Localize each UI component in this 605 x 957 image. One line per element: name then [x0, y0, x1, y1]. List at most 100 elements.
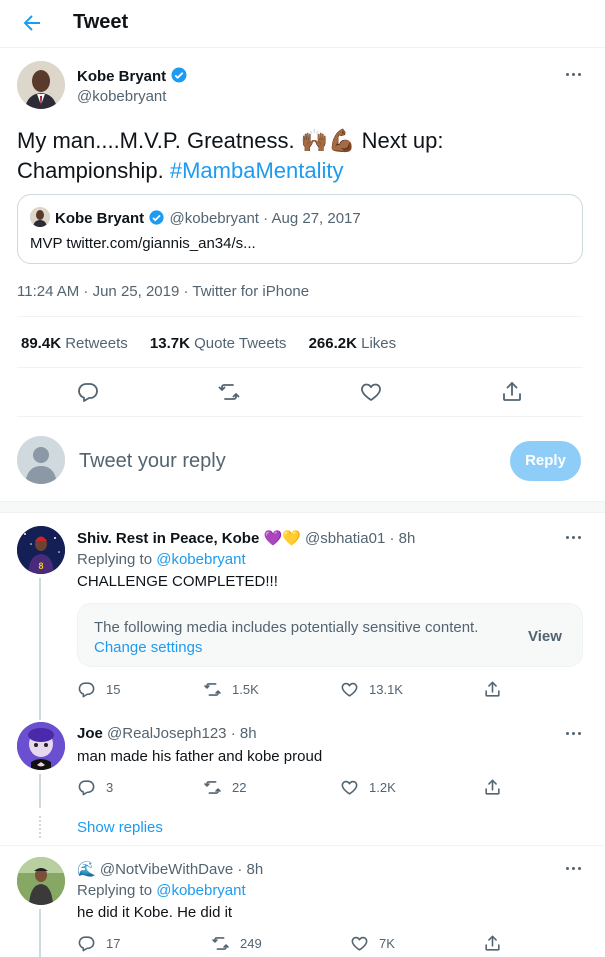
back-arrow-icon[interactable]	[20, 11, 44, 35]
thread-line	[39, 702, 41, 720]
separator-dot: ·	[230, 725, 236, 742]
likes-count: 266.2K	[308, 335, 357, 352]
like-icon	[340, 680, 359, 699]
reply-time[interactable]: 8h	[247, 861, 264, 878]
reply-avatar[interactable]	[17, 722, 65, 770]
reply-author-handle[interactable]: @RealJoseph123	[107, 725, 226, 742]
more-icon[interactable]	[561, 721, 585, 745]
likes-stat[interactable]: 266.2K Likes	[309, 335, 397, 352]
reply-time[interactable]: 8h	[399, 530, 416, 547]
more-icon[interactable]	[561, 62, 585, 86]
replying-to-handle[interactable]: @kobebryant	[156, 882, 245, 899]
reply-icon[interactable]	[76, 380, 100, 404]
reply-retweets-metric[interactable]: 249	[211, 934, 262, 953]
tweet-text-part-3: Championship.	[17, 158, 170, 183]
sensitive-media-card: The following media includes potentially…	[77, 603, 583, 667]
likes-count: 13.1K	[369, 682, 403, 697]
thread-dots	[39, 816, 41, 838]
reply-icon	[77, 934, 96, 953]
reply-author-name[interactable]: Shiv. Rest in Peace, Kobe	[77, 530, 259, 547]
retweet-icon	[211, 934, 230, 953]
verified-badge-icon	[148, 209, 165, 226]
actions-bottom-divider	[17, 416, 583, 417]
author-handle[interactable]: @kobebryant	[77, 88, 166, 105]
quoted-tweet-card[interactable]: Kobe Bryant @kobebryant · Aug 27, 2017 M…	[17, 194, 583, 264]
share-icon[interactable]	[500, 380, 524, 404]
reply-input[interactable]: Tweet your reply	[79, 450, 226, 473]
tweet-emoji: 🙌🏾💪🏾	[300, 128, 356, 153]
thread-line	[39, 578, 41, 702]
tweet-text: My man....M.V.P. Greatness. 🙌🏾💪🏾 Next up…	[17, 126, 587, 186]
quoted-author-avatar	[30, 207, 50, 227]
comments-count: 17	[106, 936, 121, 951]
show-replies-link[interactable]: Show replies	[77, 819, 163, 836]
reply-retweets-metric[interactable]: 1.5K	[203, 680, 259, 699]
quoted-text: MVP twitter.com/giannis_an34/s...	[30, 235, 256, 252]
tweet-text-part-2: Next up:	[355, 128, 444, 153]
likes-count: 7K	[379, 936, 395, 951]
reply-author-handle[interactable]: @NotVibeWithDave	[100, 861, 233, 878]
svg-text:8: 8	[38, 561, 43, 571]
reply-button[interactable]: Reply	[510, 441, 581, 481]
default-avatar-icon	[17, 436, 65, 484]
stats-bottom-divider	[17, 367, 583, 368]
reply-divider	[0, 845, 605, 846]
reply-icon	[77, 680, 96, 699]
reply-likes-metric[interactable]: 7K	[350, 934, 395, 953]
more-icon[interactable]	[561, 525, 585, 549]
retweets-label: Retweets	[65, 335, 128, 352]
reply-comments-metric[interactable]: 15	[77, 680, 120, 699]
reply-comments-metric[interactable]: 17	[77, 934, 120, 953]
separator-dot: ·	[263, 210, 269, 227]
replying-to-label: Replying to	[77, 551, 153, 568]
quotes-stat[interactable]: 13.7K Quote Tweets	[150, 335, 286, 352]
reply-avatar[interactable]	[17, 857, 65, 905]
like-icon[interactable]	[359, 380, 383, 404]
author-name[interactable]: Kobe Bryant	[77, 68, 166, 85]
tweet-text-part-1: My man....M.V.P. Greatness.	[17, 128, 301, 153]
retweets-stat[interactable]: 89.4K Retweets	[21, 335, 128, 352]
stats-top-divider	[17, 316, 583, 317]
share-icon[interactable]	[483, 680, 502, 699]
tweet-stats: 89.4K Retweets 13.7K Quote Tweets 266.2K…	[21, 335, 396, 352]
likes-count: 1.2K	[369, 780, 396, 795]
reply-likes-metric[interactable]: 13.1K	[340, 680, 403, 699]
share-icon[interactable]	[483, 934, 502, 953]
like-icon	[350, 934, 369, 953]
author-avatar[interactable]	[17, 61, 65, 109]
reply-likes-metric[interactable]: 1.2K	[340, 778, 396, 797]
replying-to-label: Replying to	[77, 882, 153, 899]
section-separator	[0, 501, 605, 513]
tweet-timestamp[interactable]: 11:24 AM · Jun 25, 2019 · Twitter for iP…	[17, 283, 309, 300]
reply-text: he did it Kobe. He did it	[77, 904, 233, 921]
retweets-count: 249	[240, 936, 262, 951]
replying-to-handle[interactable]: @kobebryant	[156, 551, 245, 568]
thread-line	[39, 774, 41, 808]
verified-badge-icon	[170, 66, 188, 84]
name-emoji: 💜💛	[263, 530, 301, 547]
retweet-icon	[203, 778, 222, 797]
reply-time[interactable]: 8h	[240, 725, 257, 742]
quoted-date: Aug 27, 2017	[271, 210, 361, 227]
hashtag-link[interactable]: #MambaMentality	[170, 158, 344, 183]
retweet-icon	[203, 680, 222, 699]
retweet-icon[interactable]	[217, 380, 241, 404]
reply-text: CHALLENGE COMPLETED!!!	[77, 573, 278, 590]
comments-count: 3	[106, 780, 114, 795]
share-icon[interactable]	[483, 778, 502, 797]
reply-retweets-metric[interactable]: 22	[203, 778, 246, 797]
separator-dot: ·	[237, 861, 243, 878]
more-icon[interactable]	[561, 856, 585, 880]
reply-author-name[interactable]: Joe	[77, 725, 103, 742]
separator-dot: ·	[389, 530, 395, 547]
retweets-count: 22	[232, 780, 247, 795]
reply-avatar[interactable]: 8	[17, 526, 65, 574]
quotes-count: 13.7K	[149, 335, 190, 352]
retweets-count: 1.5K	[232, 682, 259, 697]
reply-comments-metric[interactable]: 3	[77, 778, 113, 797]
reply-icon	[77, 778, 96, 797]
reply-author-handle[interactable]: @sbhatia01	[305, 530, 385, 547]
view-sensitive-button[interactable]: View	[528, 628, 562, 645]
change-settings-link[interactable]: Change settings	[94, 639, 202, 656]
thread-line	[39, 909, 41, 957]
